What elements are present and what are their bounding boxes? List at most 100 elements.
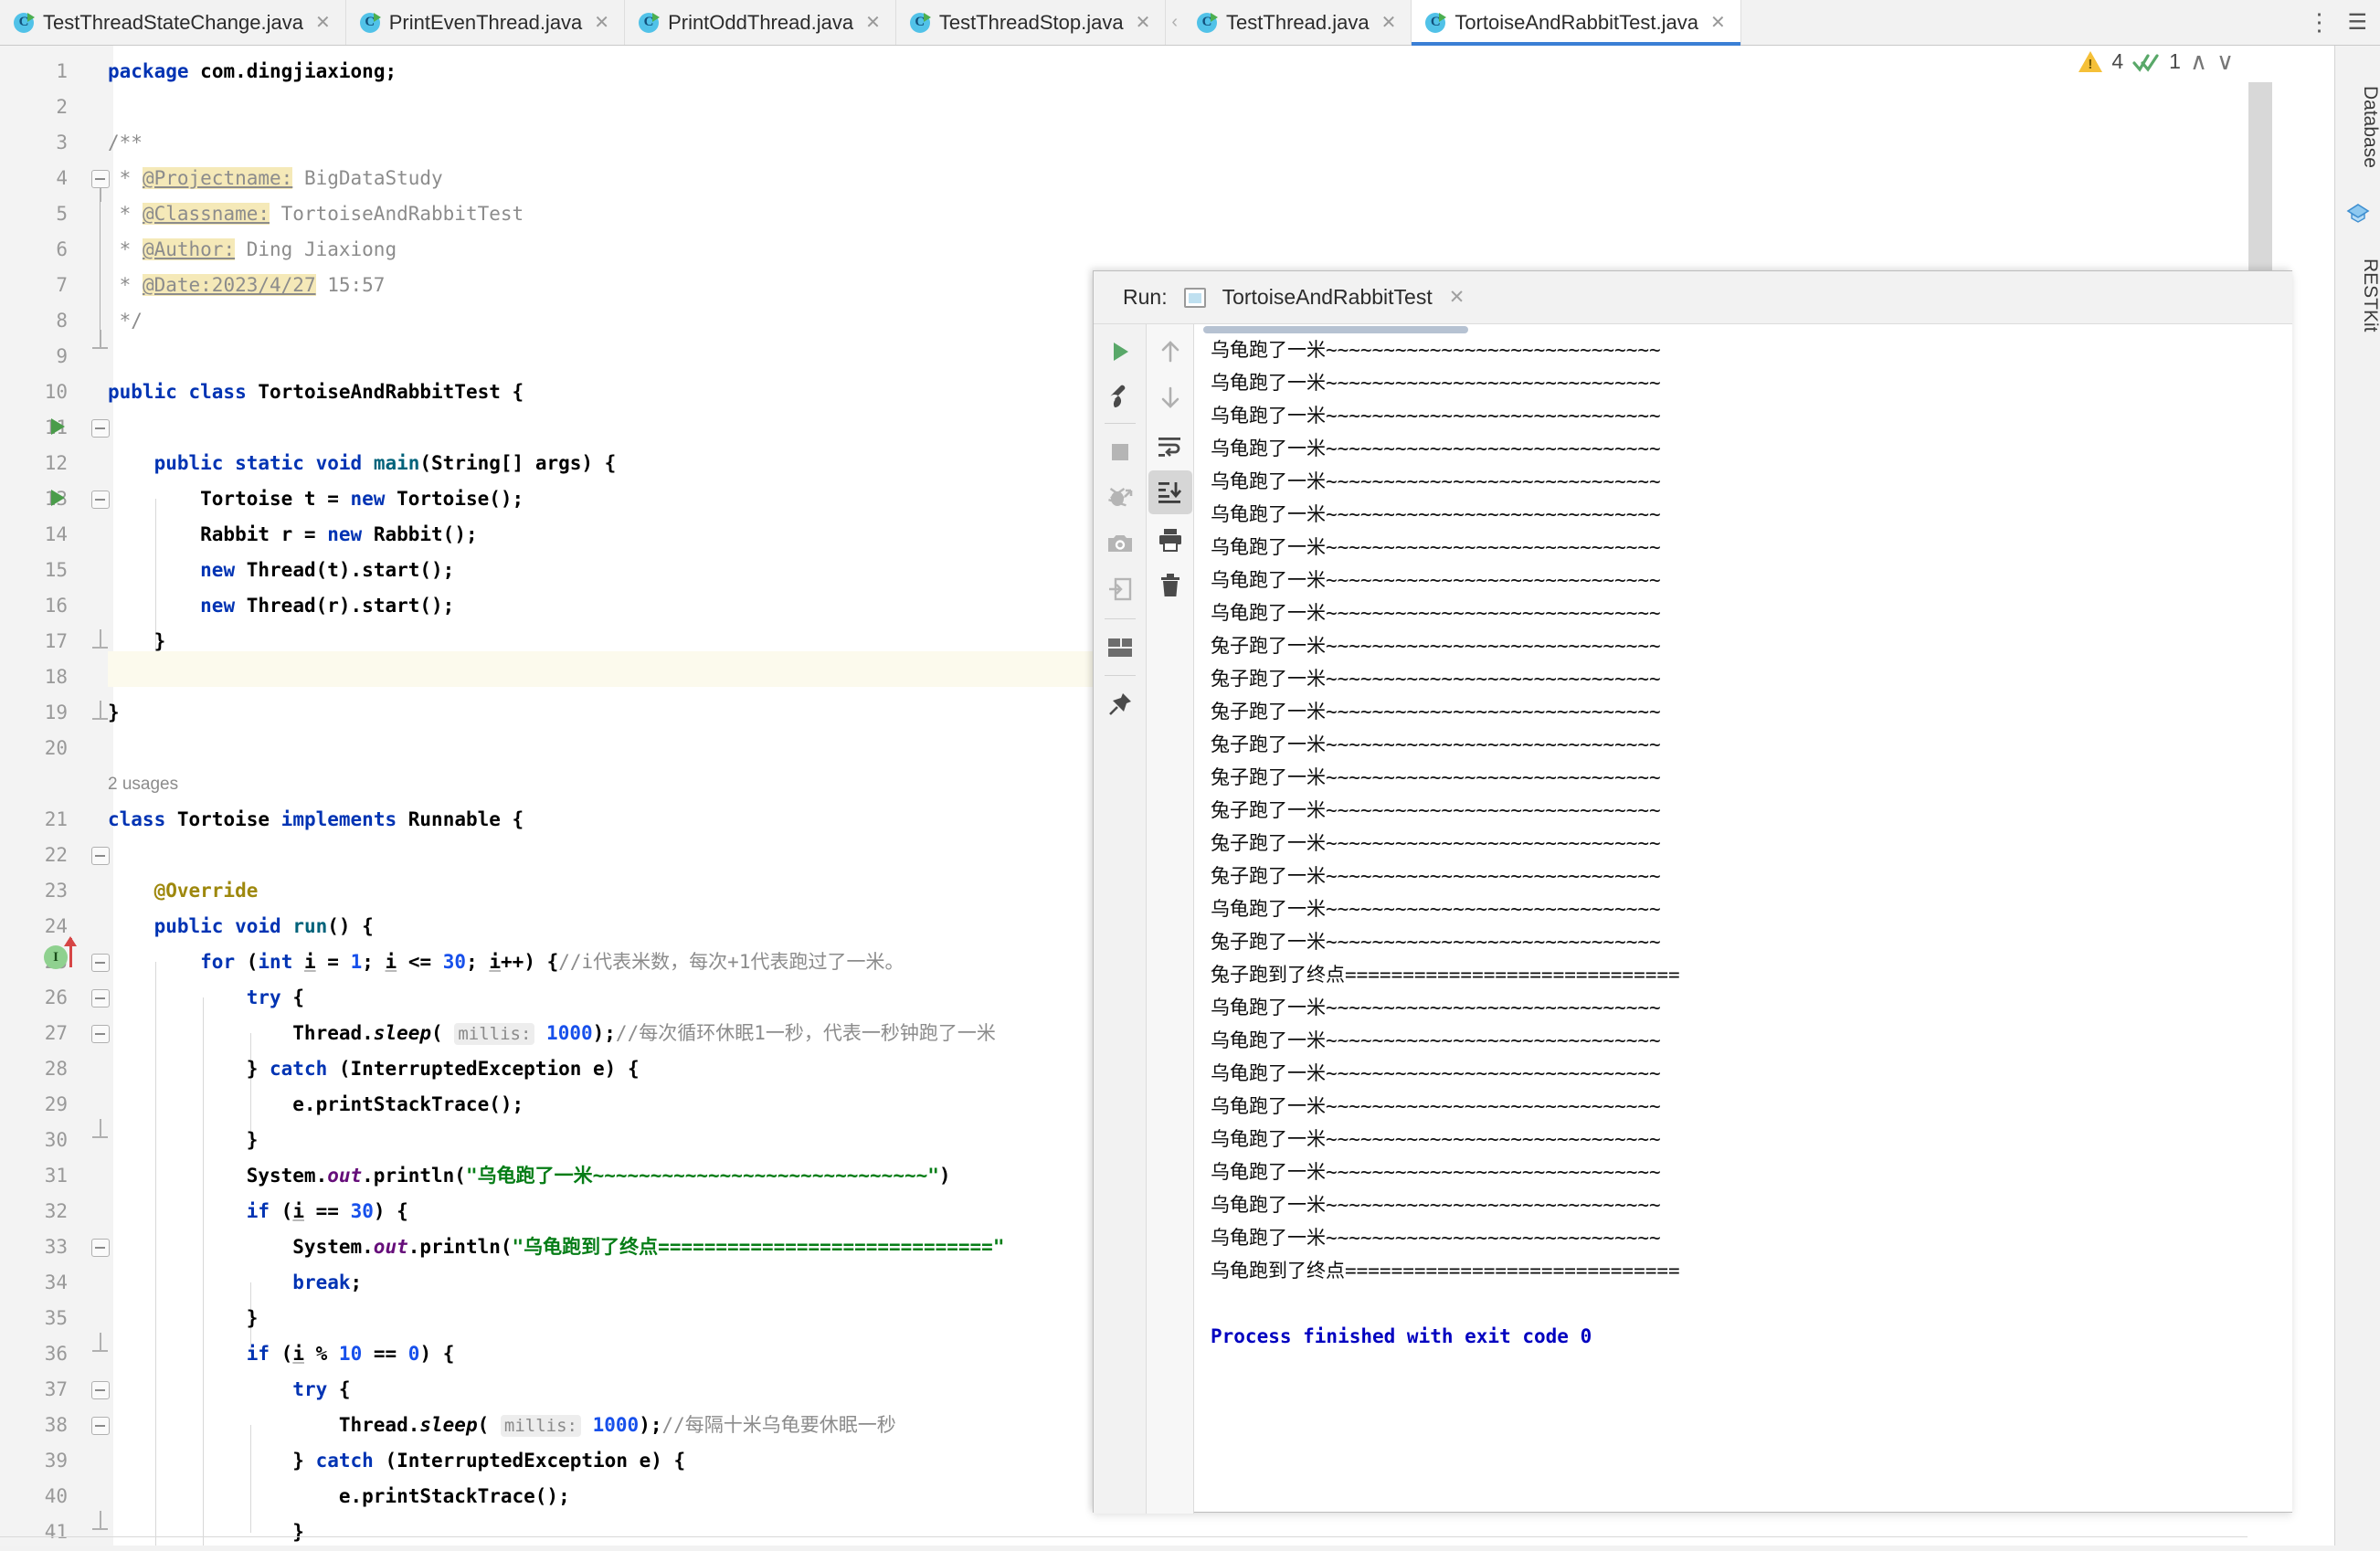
code-line-39: } catch (InterruptedException e) { (108, 1450, 686, 1472)
fold-minus-icon[interactable] (91, 419, 110, 438)
fold-minus-icon[interactable] (91, 847, 110, 865)
console-line: 兔子跑了一米~~~~~~~~~~~~~~~~~~~~~~~~~~~~~ (1211, 668, 1661, 690)
scrollbar-thumb[interactable] (2248, 82, 2272, 292)
line-number: 36 (44, 1343, 68, 1365)
fold-minus-icon[interactable] (91, 954, 110, 972)
fold-minus-icon[interactable] (91, 1417, 110, 1435)
arrow-up-icon[interactable] (1148, 330, 1192, 374)
code-line-36: if (i % 10 == 0) { (246, 1343, 455, 1365)
editor-bottom-border (0, 1536, 2248, 1537)
line-number: 7 (56, 274, 68, 296)
run-configuration-icon (1183, 287, 1206, 308)
editor-tab-0[interactable]: C TestThreadStateChange.java ✕ (0, 0, 346, 45)
chevron-up-icon[interactable]: ∧ (2190, 47, 2207, 76)
line-number: 39 (44, 1450, 68, 1472)
fold-minus-icon[interactable] (91, 1239, 110, 1257)
line-number: 4 (56, 167, 68, 189)
code-line-8: */ (108, 310, 143, 332)
line-number: 27 (44, 1022, 68, 1044)
fold-minus-icon[interactable] (91, 989, 110, 1008)
run-class-gutter-icon[interactable] (51, 418, 65, 435)
chevron-down-icon[interactable]: ∨ (2216, 47, 2234, 76)
fold-region-line (99, 187, 100, 338)
run-main-gutter-icon[interactable] (51, 490, 65, 506)
editor-tab-3[interactable]: C TestThreadStop.java ✕ (895, 0, 1167, 45)
arrow-down-icon[interactable] (1148, 375, 1192, 419)
camera-icon[interactable] (1098, 522, 1142, 565)
printer-icon[interactable] (1148, 518, 1192, 562)
run-toolbar-primary[interactable] (1094, 324, 1147, 1514)
line-number: 3 (56, 132, 68, 153)
editor-tab-4[interactable]: C TestThread.java ✕ (1183, 0, 1412, 45)
console-line: 乌龟跑了一米~~~~~~~~~~~~~~~~~~~~~~~~~~~~~ (1211, 339, 1661, 361)
run-tool-window[interactable]: Run: TortoiseAndRabbitTest ✕ 乌龟跑了一米~~~~~… (1093, 270, 2292, 1514)
tab-scroll-left-button[interactable]: ‹ (1166, 0, 1183, 45)
editor-tab-1[interactable]: C PrintEvenThread.java ✕ (345, 0, 626, 45)
soft-wrap-icon[interactable] (1148, 425, 1192, 469)
layout-panels-icon[interactable] (1098, 626, 1142, 670)
fold-region-end (92, 701, 108, 724)
tab-list-icon[interactable]: ☰ (2347, 9, 2367, 36)
fold-minus-icon[interactable] (91, 170, 110, 202)
inspection-widget[interactable]: 4 1 ∧ ∨ (2079, 47, 2234, 76)
export-arrow-icon[interactable] (1098, 567, 1142, 611)
implementing-method-icon[interactable]: I (44, 945, 68, 969)
run-toolbar-secondary[interactable] (1147, 324, 1194, 1514)
fold-minus-icon[interactable] (91, 1025, 110, 1043)
line-number: 31 (44, 1165, 68, 1187)
console-line: 乌龟跑了一米~~~~~~~~~~~~~~~~~~~~~~~~~~~~~ (1211, 1227, 1661, 1249)
close-icon[interactable]: ✕ (865, 14, 881, 32)
editor-tab-label: TestThreadStateChange.java (43, 10, 303, 34)
close-icon[interactable]: ✕ (594, 14, 609, 32)
code-line-17: } (108, 630, 166, 652)
editor-tab-label: TortoiseAndRabbitTest.java (1454, 10, 1698, 34)
console-line: 乌龟跑了一米~~~~~~~~~~~~~~~~~~~~~~~~~~~~~ (1211, 470, 1661, 492)
console-line: 乌龟跑了一米~~~~~~~~~~~~~~~~~~~~~~~~~~~~~ (1211, 1095, 1661, 1117)
close-icon[interactable]: ✕ (1710, 14, 1726, 32)
close-icon[interactable]: ✕ (1449, 286, 1465, 309)
toolbar-divider (1105, 423, 1136, 424)
run-config-tab-label[interactable]: TortoiseAndRabbitTest (1222, 285, 1433, 310)
close-icon[interactable]: ✕ (1381, 14, 1397, 32)
rerun-button[interactable] (1098, 330, 1142, 374)
stop-button[interactable] (1098, 430, 1142, 474)
bug-rerun-icon[interactable] (1098, 476, 1142, 520)
right-tool-sidebar[interactable]: Database RESTKit (2334, 46, 2380, 1551)
editor-tab-2[interactable]: C PrintOddThread.java ✕ (625, 0, 896, 45)
code-line-23: @Override (153, 880, 259, 902)
override-arrow-icon[interactable] (64, 936, 77, 967)
toolbar-divider (1105, 675, 1136, 676)
console-line: 兔子跑了一米~~~~~~~~~~~~~~~~~~~~~~~~~~~~~ (1211, 733, 1661, 755)
pin-icon[interactable] (1098, 682, 1142, 726)
sidebar-item-database[interactable]: Database (2335, 58, 2380, 195)
run-console-output[interactable]: 乌龟跑了一米~~~~~~~~~~~~~~~~~~~~~~~~~~~~~ 乌龟跑了… (1194, 324, 2292, 1512)
usages-hint[interactable]: 2 usages (108, 766, 178, 802)
line-number: 2 (56, 96, 68, 118)
code-line-4: * @Projectname: BigDataStudy (108, 167, 443, 189)
code-line-28: } catch (InterruptedException e) { (108, 1058, 640, 1080)
console-line: 乌龟跑到了终点============================= (1211, 1260, 1680, 1282)
line-number: 30 (44, 1129, 68, 1151)
line-number: 6 (56, 238, 68, 260)
editor-tab-label: TestThread.java (1226, 10, 1370, 34)
sidebar-item-restkit[interactable]: RESTKit (2335, 236, 2380, 354)
edit-configurations-button[interactable] (1098, 375, 1142, 419)
editor-tab-active[interactable]: C TortoiseAndRabbitTest.java ✕ (1412, 0, 1741, 46)
line-number: 38 (44, 1414, 68, 1436)
close-icon[interactable]: ✕ (1136, 14, 1151, 32)
more-options-icon[interactable]: ⋮ (2307, 10, 2331, 33)
close-icon[interactable]: ✕ (315, 14, 331, 32)
code-line-34: break; (292, 1271, 363, 1293)
fold-region-end (92, 330, 108, 353)
console-line: 乌龟跑了一米~~~~~~~~~~~~~~~~~~~~~~~~~~~~~ (1211, 602, 1661, 624)
toolbar-divider (1105, 618, 1136, 619)
fold-minus-icon[interactable] (91, 491, 110, 509)
trash-icon[interactable] (1148, 564, 1192, 607)
run-window-header: Run: TortoiseAndRabbitTest ✕ (1094, 271, 2292, 324)
process-exit-message: Process finished with exit code 0 (1211, 1325, 1592, 1347)
line-number: 40 (44, 1485, 68, 1507)
fold-minus-icon[interactable] (91, 1381, 110, 1399)
console-horizontal-scrollbar[interactable] (1203, 326, 1468, 333)
line-number: 35 (44, 1307, 68, 1329)
scroll-to-end-icon[interactable] (1148, 470, 1192, 514)
